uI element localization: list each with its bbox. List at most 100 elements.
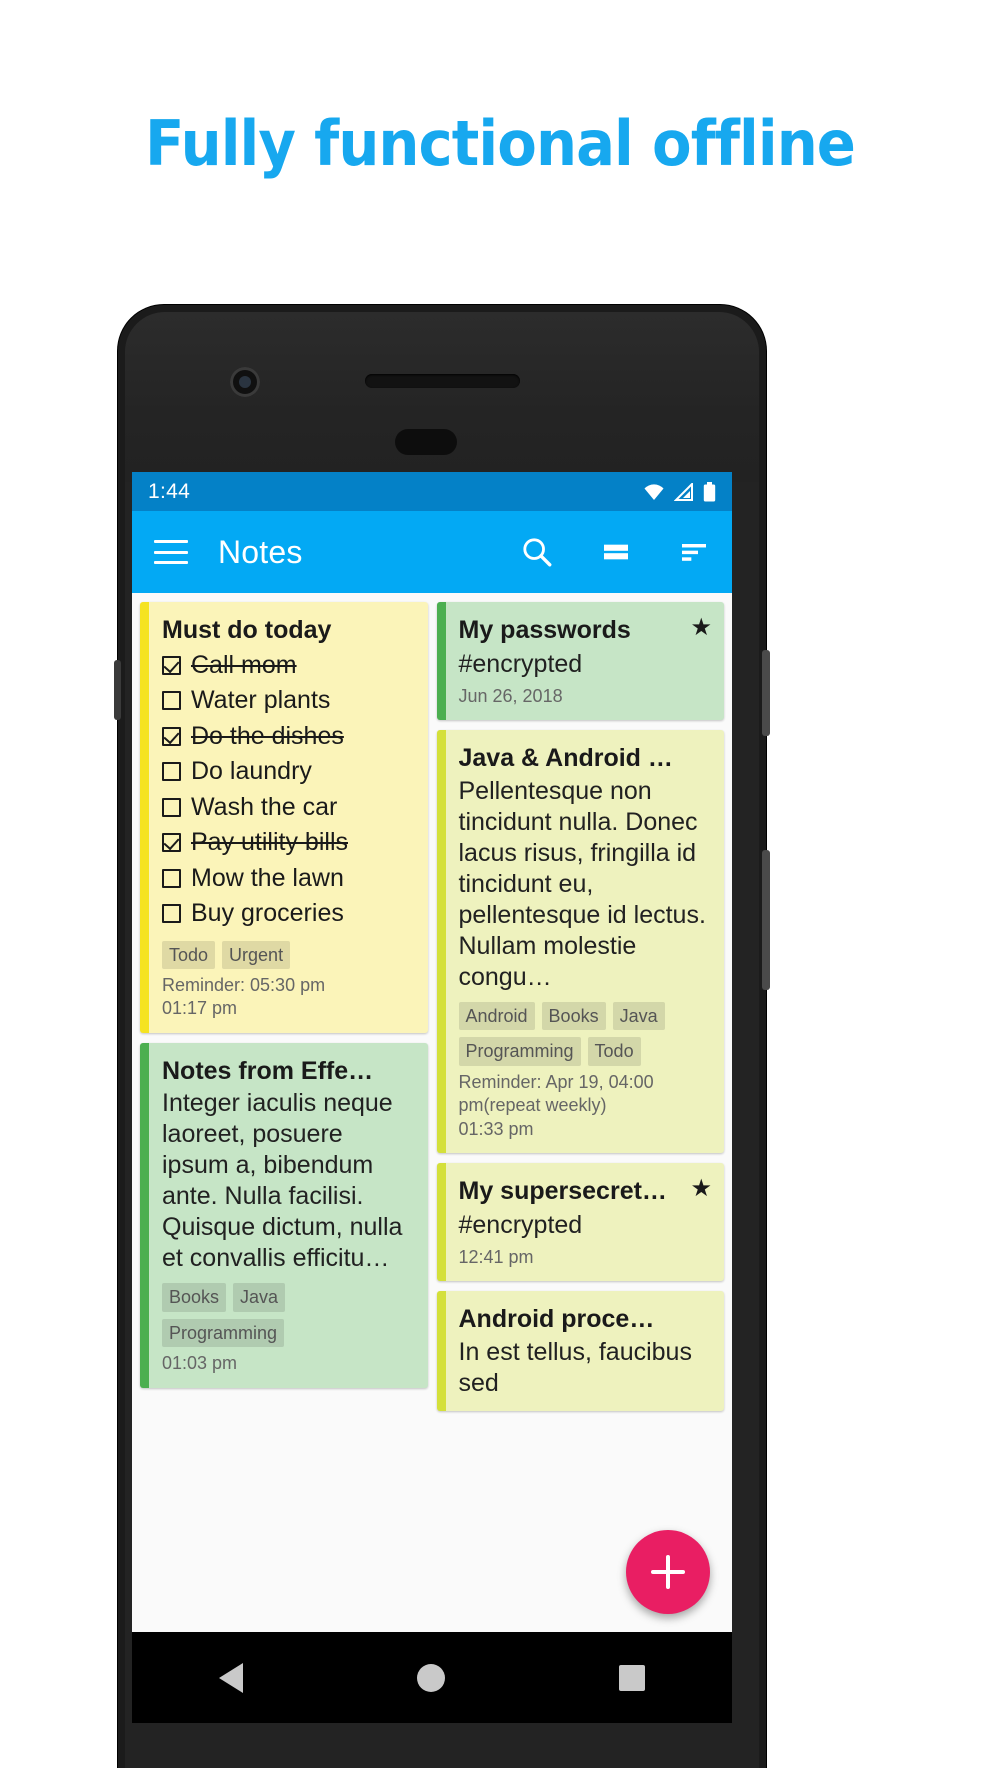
note-date: 01:03 pm bbox=[162, 1353, 238, 1374]
notes-list[interactable]: Must do today Call mom Water plants Do the … bbox=[132, 593, 732, 1632]
note-card[interactable]: Must do today Call mom Water plants Do the … bbox=[140, 602, 428, 1033]
earpiece-speaker bbox=[365, 374, 520, 388]
checkbox-unchecked-icon[interactable] bbox=[162, 762, 181, 781]
note-tag[interactable]: Urgent bbox=[222, 940, 291, 969]
note-date: 12:41 pm bbox=[458, 1247, 534, 1268]
note-body: #encrypted bbox=[458, 1210, 583, 1239]
note-card[interactable]: ★ My supersecret… #encrypted 12:41 pm bbox=[436, 1163, 724, 1282]
note-tag[interactable]: Todo bbox=[587, 1037, 641, 1066]
phone-volume-button[interactable] bbox=[762, 850, 770, 990]
status-bar-time: 1:44 bbox=[148, 479, 191, 503]
note-color-stripe bbox=[140, 1042, 149, 1388]
checkbox-checked-icon[interactable] bbox=[162, 833, 181, 852]
note-title: Java & Android … bbox=[458, 744, 673, 773]
note-reminder: Reminder: Apr 19, 04:00 pm(repeat weekly… bbox=[458, 1071, 654, 1116]
checklist-item-label: Call mom bbox=[191, 650, 297, 679]
checkbox-unchecked-icon[interactable] bbox=[162, 868, 181, 888]
search-icon[interactable] bbox=[520, 535, 554, 569]
app-bar-actions bbox=[520, 535, 710, 569]
front-camera-icon bbox=[230, 367, 260, 397]
checkbox-unchecked-icon[interactable] bbox=[162, 904, 181, 923]
note-card[interactable]: ★ My passwords #encrypted Jun 26, 2018 bbox=[436, 602, 724, 721]
layout-toggle-icon[interactable] bbox=[600, 536, 632, 568]
note-title: Must do today bbox=[162, 616, 332, 644]
checklist-item-label: Wash the car bbox=[191, 792, 338, 821]
note-date: 01:33 pm bbox=[458, 1118, 534, 1139]
sensor-housing bbox=[395, 429, 457, 455]
note-card[interactable]: Java & Android … Pellentesque non tincidu… bbox=[436, 730, 724, 1154]
phone-bottom-chin bbox=[132, 1723, 732, 1768]
signal-icon bbox=[674, 482, 693, 501]
checklist-item[interactable]: Pay utility bills bbox=[162, 825, 414, 861]
phone-power-button[interactable] bbox=[762, 650, 770, 736]
checkbox-unchecked-icon[interactable] bbox=[162, 691, 181, 710]
note-body: #encrypted bbox=[458, 649, 583, 678]
checkbox-checked-icon[interactable] bbox=[162, 655, 181, 675]
recents-button-icon[interactable] bbox=[619, 1664, 645, 1691]
star-icon[interactable]: ★ bbox=[690, 1177, 712, 1201]
phone-screen: 1:44 Notes Must do today Call mom Water … bbox=[132, 472, 732, 1632]
checkbox-checked-icon[interactable] bbox=[162, 726, 181, 746]
checklist-item[interactable]: Call mom bbox=[162, 648, 414, 684]
status-bar-icons bbox=[643, 481, 716, 502]
notes-column-right: ★ My passwords #encrypted Jun 26, 2018 Java … bbox=[436, 602, 724, 1411]
checklist-item-label: Mow the lawn bbox=[191, 863, 344, 892]
checklist-item[interactable]: Do laundry bbox=[162, 754, 414, 790]
note-reminder: Reminder: 05:30 pm bbox=[162, 975, 326, 995]
note-color-stripe bbox=[436, 730, 446, 1154]
note-checklist: Call mom Water plants Do the dishes Do laun… bbox=[162, 648, 414, 932]
hamburger-menu-icon[interactable] bbox=[154, 540, 188, 564]
note-tag[interactable]: Android bbox=[458, 1001, 535, 1031]
phone-left-button[interactable] bbox=[114, 660, 121, 720]
sort-icon[interactable] bbox=[678, 536, 710, 568]
note-tag[interactable]: Books bbox=[541, 1001, 606, 1031]
note-tags: Todo Urgent bbox=[162, 940, 414, 969]
checklist-item-label: Buy groceries bbox=[191, 899, 344, 927]
add-note-fab[interactable] bbox=[626, 1530, 710, 1614]
note-title: Android proce… bbox=[458, 1305, 655, 1334]
note-color-stripe bbox=[436, 1291, 446, 1411]
note-tag[interactable]: Todo bbox=[162, 940, 216, 969]
back-button-icon[interactable] bbox=[219, 1662, 243, 1693]
checklist-item-label: Water plants bbox=[191, 686, 331, 714]
phone-top-bezel bbox=[125, 312, 759, 482]
checklist-item-label: Do the dishes bbox=[191, 721, 344, 750]
checklist-item[interactable]: Buy groceries bbox=[162, 896, 414, 932]
note-tag[interactable]: Books bbox=[162, 1283, 227, 1312]
notes-column-left: Must do today Call mom Water plants Do the … bbox=[140, 602, 428, 1388]
checklist-item[interactable]: Wash the car bbox=[162, 790, 414, 826]
note-body: In est tellus, faucibus sed bbox=[458, 1337, 692, 1397]
note-tags: Books Java Programming bbox=[162, 1283, 414, 1348]
app-bar-title: Notes bbox=[218, 533, 303, 570]
note-title: My supersecret… bbox=[458, 1177, 667, 1206]
note-date: Jun 26, 2018 bbox=[458, 686, 563, 706]
checkbox-unchecked-icon[interactable] bbox=[162, 797, 181, 817]
note-body: Integer iaculis neque laoreet, posuere i… bbox=[162, 1089, 403, 1273]
battery-icon bbox=[703, 481, 716, 501]
note-tag[interactable]: Programming bbox=[458, 1037, 581, 1066]
phone-device-frame: 1:44 Notes Must do today Call mom Water … bbox=[114, 305, 770, 1768]
home-button-icon[interactable] bbox=[417, 1663, 445, 1692]
note-color-stripe bbox=[436, 1163, 446, 1282]
note-tag[interactable]: Java bbox=[612, 1001, 665, 1031]
note-tag[interactable]: Programming bbox=[162, 1318, 285, 1348]
note-tag[interactable]: Java bbox=[233, 1283, 286, 1312]
note-tags: Android Books Java Programming Todo bbox=[458, 1001, 711, 1066]
note-title: My passwords bbox=[458, 616, 631, 644]
checklist-item[interactable]: Mow the lawn bbox=[162, 861, 414, 897]
note-card[interactable]: Notes from Effe… Integer iaculis neque la… bbox=[140, 1042, 428, 1388]
android-navigation-bar bbox=[132, 1632, 732, 1723]
checklist-item[interactable]: Do the dishes bbox=[162, 719, 414, 755]
checklist-item-label: Pay utility bills bbox=[191, 828, 348, 856]
checklist-item[interactable]: Water plants bbox=[162, 683, 414, 719]
note-card[interactable]: Android proce… In est tellus, faucibus se… bbox=[436, 1291, 724, 1411]
app-bar: Notes bbox=[132, 511, 732, 593]
note-title: Notes from Effe… bbox=[162, 1056, 374, 1085]
checklist-item-label: Do laundry bbox=[191, 757, 312, 785]
note-body: Pellentesque non tincidunt nulla. Donec … bbox=[458, 776, 706, 991]
note-date: 01:17 pm bbox=[162, 998, 238, 1019]
wifi-icon bbox=[644, 483, 664, 500]
page-headline: Fully functional offline bbox=[144, 107, 856, 180]
phone-body: 1:44 Notes Must do today Call mom Water … bbox=[125, 312, 759, 1768]
star-icon[interactable]: ★ bbox=[690, 616, 712, 640]
